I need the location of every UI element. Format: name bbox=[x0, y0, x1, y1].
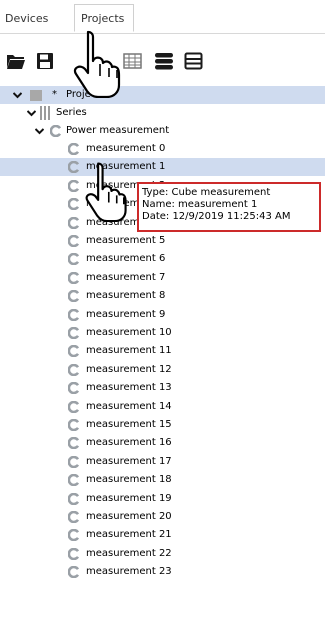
measurement-label: measurement 15 bbox=[86, 419, 172, 430]
tooltip-type: Type: Cube measurement bbox=[142, 187, 271, 198]
tree-item-measurement[interactable]: measurement 16 bbox=[0, 434, 325, 452]
tree-item-measurement[interactable]: measurement 18 bbox=[0, 471, 325, 489]
tree-item-measurement[interactable]: measurement 7 bbox=[0, 269, 325, 287]
database-icon[interactable] bbox=[154, 52, 174, 70]
measurement-label: measurement 9 bbox=[86, 308, 166, 320]
tree-root-projects[interactable]: * Projects bbox=[0, 86, 325, 104]
measurement-c-icon bbox=[68, 290, 80, 303]
tree-item-measurement[interactable]: measurement 9 bbox=[0, 306, 325, 324]
measurement-label: measurement 20 bbox=[86, 511, 172, 522]
measurement-c-icon bbox=[68, 547, 80, 560]
measurement-label: measurement 7 bbox=[86, 271, 166, 283]
folder-open-icon[interactable] bbox=[6, 52, 26, 70]
measurement-c-icon bbox=[68, 474, 80, 487]
measurement-label: measurement 14 bbox=[86, 400, 172, 412]
table-icon[interactable] bbox=[123, 52, 143, 70]
measurement-label: measurement 18 bbox=[86, 474, 172, 486]
measurement-label: measurement 5 bbox=[86, 235, 166, 246]
tree-item-measurement[interactable]: measurement 0 bbox=[0, 140, 325, 158]
measurement-c-icon bbox=[68, 400, 80, 413]
tree-item-measurement[interactable]: measurement 13 bbox=[0, 379, 325, 397]
measurement-c-icon bbox=[68, 345, 80, 358]
project-icon bbox=[30, 90, 42, 101]
measurement-c-icon bbox=[68, 566, 80, 579]
measurement-c-icon bbox=[68, 382, 80, 395]
tooltip-name: Name: measurement 1 bbox=[142, 199, 258, 210]
tree-item-measurement[interactable]: measurement 20 bbox=[0, 508, 325, 526]
measurement-label: measurement 8 bbox=[86, 290, 166, 302]
measurement-c-icon bbox=[68, 437, 80, 450]
measurement-label: measurement 6 bbox=[86, 253, 166, 265]
measurement-label: measurement 12 bbox=[86, 363, 172, 375]
measurement-label: measurement 19 bbox=[86, 492, 172, 504]
root-marker: * bbox=[52, 89, 57, 100]
tree-item-measurement[interactable]: measurement 5 bbox=[0, 232, 325, 250]
measurement-label: measurement 11 bbox=[86, 345, 172, 357]
measurement-c-icon bbox=[68, 179, 80, 192]
tree-item-measurement[interactable]: measurement 15 bbox=[0, 416, 325, 434]
hand-cursor-icon bbox=[72, 28, 124, 98]
chevron-down-icon[interactable] bbox=[34, 122, 44, 140]
tree-item-measurement[interactable]: measurement 19 bbox=[0, 490, 325, 508]
measurement-tooltip: Type: Cube measurement Name: measurement… bbox=[137, 182, 321, 232]
tab-bar: Devices Projects bbox=[0, 0, 325, 34]
hand-cursor-icon bbox=[84, 160, 130, 222]
tree-item-measurement[interactable]: measurement 12 bbox=[0, 361, 325, 379]
series-icon bbox=[40, 106, 50, 120]
measurement-c-icon bbox=[68, 419, 80, 431]
measurement-c-icon bbox=[68, 327, 80, 339]
tree-item-measurement[interactable]: measurement 1 bbox=[0, 158, 325, 177]
measurement-label: measurement 10 bbox=[86, 327, 172, 338]
measurement-label: measurement 0 bbox=[86, 143, 166, 154]
tree-item-measurement[interactable]: measurement 8 bbox=[0, 287, 325, 305]
measurement-c-icon bbox=[68, 511, 80, 523]
tree-item-measurement[interactable]: measurement 10 bbox=[0, 324, 325, 342]
measurement-label: measurement 13 bbox=[86, 382, 172, 394]
chevron-down-icon[interactable] bbox=[12, 86, 22, 104]
tab-devices[interactable]: Devices bbox=[5, 6, 65, 32]
save-icon[interactable] bbox=[36, 52, 56, 70]
tree-item-measurement[interactable]: measurement 21 bbox=[0, 526, 325, 544]
measurement-c-icon bbox=[68, 253, 80, 266]
measurement-label: measurement 21 bbox=[86, 529, 172, 541]
tree-item-measurement[interactable]: measurement 22 bbox=[0, 545, 325, 563]
tree-item-measurement[interactable]: measurement 11 bbox=[0, 342, 325, 360]
measurement-label: measurement 17 bbox=[86, 455, 172, 467]
tree-node-power-measurement[interactable]: Power measurement bbox=[0, 122, 325, 140]
measurement-label: measurement 23 bbox=[86, 566, 172, 578]
measurement-label: measurement 22 bbox=[86, 547, 172, 559]
tooltip-date: Date: 12/9/2019 11:25:43 AM bbox=[142, 211, 291, 222]
measurement-c-icon bbox=[68, 143, 80, 155]
measurement-c-icon bbox=[68, 216, 80, 229]
measurement-c-icon bbox=[68, 455, 80, 468]
tree-item-measurement[interactable]: measurement 23 bbox=[0, 563, 325, 581]
measurement-c-icon bbox=[68, 235, 80, 247]
measurement-c-icon bbox=[68, 198, 80, 211]
measurement-c-icon bbox=[68, 492, 80, 505]
measurement-c-icon bbox=[68, 271, 80, 284]
toolbar bbox=[0, 34, 325, 84]
measurement-c-icon bbox=[68, 308, 80, 321]
chevron-down-icon[interactable] bbox=[26, 104, 36, 122]
measurement-c-icon bbox=[68, 161, 80, 174]
tree-node-series[interactable]: Series bbox=[0, 104, 325, 122]
series-label: Series bbox=[56, 107, 87, 118]
tree-item-measurement[interactable]: measurement 17 bbox=[0, 453, 325, 471]
measurement-c-icon bbox=[50, 125, 62, 137]
group-label: Power measurement bbox=[66, 125, 170, 136]
list-icon[interactable] bbox=[184, 52, 204, 70]
tree-item-measurement[interactable]: measurement 6 bbox=[0, 250, 325, 268]
measurement-c-icon bbox=[68, 529, 80, 542]
tree-item-measurement[interactable]: measurement 14 bbox=[0, 398, 325, 416]
measurement-c-icon bbox=[68, 363, 80, 376]
measurement-label: measurement 16 bbox=[86, 437, 172, 449]
